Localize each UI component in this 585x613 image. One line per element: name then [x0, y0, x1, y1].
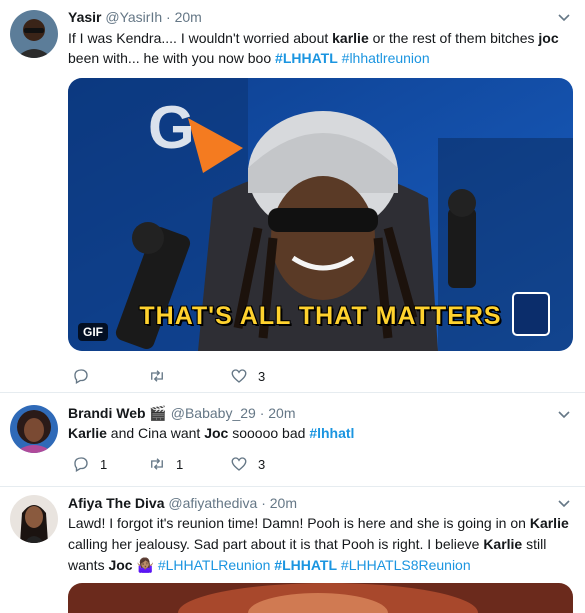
chevron-down-icon[interactable] [557, 407, 571, 421]
timestamp[interactable]: 20m [175, 9, 202, 25]
text-segment: Lawd! I forgot it's reunion time! Damn! … [68, 515, 530, 531]
separator: · [261, 495, 266, 511]
highlight-term: Karlie [529, 515, 569, 531]
avatar[interactable] [10, 495, 58, 543]
highlight-term: Karlie [483, 536, 523, 552]
tweet-1[interactable]: Yasir @YasirIh · 20m If I was Kendra....… [0, 0, 585, 392]
like-count: 3 [258, 456, 266, 472]
chevron-down-icon[interactable] [557, 10, 571, 24]
retweet-button[interactable]: 1 [148, 454, 183, 474]
avatar[interactable] [10, 10, 58, 58]
tweet-header: Afiya The Diva @afiyathediva · 20m [68, 494, 297, 512]
text-segment: If I was Kendra.... I wouldn't worried a… [68, 30, 333, 46]
hashtag-link[interactable]: #LHHATLS8Reunion [341, 557, 471, 573]
reply-icon [74, 457, 88, 472]
handle[interactable]: @afiyathediva [168, 495, 257, 511]
gif-caption: THAT'S ALL THAT MATTERS [139, 302, 502, 330]
tweet-text: Karlie and Cina want Joc sooooo bad #lhh… [68, 423, 573, 443]
retweet-icon [151, 370, 163, 382]
shrug-emoji: 🤷🏽‍♀️ [136, 557, 154, 573]
media-preview[interactable] [68, 583, 573, 613]
gif-badge: GIF [78, 323, 108, 341]
timestamp[interactable]: 20m [268, 405, 295, 421]
display-name[interactable]: Brandi Web [68, 405, 146, 421]
highlight-term: karlie [332, 30, 369, 46]
brand-logo-letter: G [148, 94, 195, 161]
tweet-2[interactable]: Brandi Web 🎬 @Bababy_29 · 20m Karlie and… [0, 393, 585, 486]
retweet-count: 1 [176, 456, 184, 472]
gif-media[interactable]: G THAT'S ALL THAT MATTERS GIF [68, 78, 573, 351]
retweet-icon [151, 458, 163, 470]
reply-count: 1 [100, 456, 108, 472]
like-button[interactable]: 3 [230, 454, 265, 474]
retweet-button[interactable] [148, 366, 176, 386]
text-segment: calling her jealousy. Sad part about it … [68, 536, 484, 552]
tweet-header: Yasir @YasirIh · 20m [68, 8, 202, 26]
reply-icon [74, 369, 88, 384]
highlight-term: Karlie [68, 425, 107, 441]
text-segment: been with... he with you now boo [68, 50, 276, 66]
separator: · [166, 9, 171, 25]
tweet-text: Lawd! I forgot it's reunion time! Damn! … [68, 513, 573, 576]
media-image [68, 583, 573, 613]
like-icon [231, 369, 247, 383]
hashtag-link[interactable]: #lhhatlreunion [342, 50, 430, 66]
tweet-header: Brandi Web 🎬 @Bababy_29 · 20m [68, 404, 296, 422]
timestamp[interactable]: 20m [270, 495, 297, 511]
tweet-text: If I was Kendra.... I wouldn't worried a… [68, 28, 573, 68]
hashtag-link[interactable]: #LHHATLReunion [158, 557, 271, 573]
like-count: 3 [258, 368, 266, 384]
tweet-actions: 1 1 3 [68, 454, 573, 474]
highlight-term: joc [538, 30, 559, 46]
hashtag-link[interactable]: #lhhatl [309, 425, 354, 441]
handle[interactable]: @Bababy_29 [171, 405, 256, 421]
separator: · [259, 405, 265, 421]
name-emoji: 🎬 [149, 405, 167, 421]
like-button[interactable]: 3 [230, 366, 265, 386]
avatar-image [10, 405, 58, 453]
tweet-actions: 3 [68, 366, 573, 386]
hashtag-link[interactable]: #LHHATL [275, 50, 338, 66]
text-segment: sooooo bad [228, 425, 310, 441]
reply-button[interactable]: 1 [72, 454, 107, 474]
text-segment: or the rest of them bitches [368, 30, 539, 46]
chevron-down-icon[interactable] [557, 496, 571, 510]
handle[interactable]: @YasirIh [105, 9, 162, 25]
tweet-3[interactable]: Afiya The Diva @afiyathediva · 20m Lawd!… [0, 487, 585, 613]
text-segment: and Cina want [106, 425, 205, 441]
display-name[interactable]: Afiya The Diva [68, 495, 164, 511]
highlight-term: Joc [108, 557, 133, 573]
hashtag-link[interactable]: #LHHATL [274, 557, 337, 573]
avatar-image [10, 10, 58, 58]
reply-button[interactable] [72, 366, 100, 386]
display-name[interactable]: Yasir [68, 9, 101, 25]
highlight-term: Joc [204, 425, 229, 441]
avatar-image [10, 495, 58, 543]
avatar[interactable] [10, 405, 58, 453]
like-icon [231, 457, 247, 471]
